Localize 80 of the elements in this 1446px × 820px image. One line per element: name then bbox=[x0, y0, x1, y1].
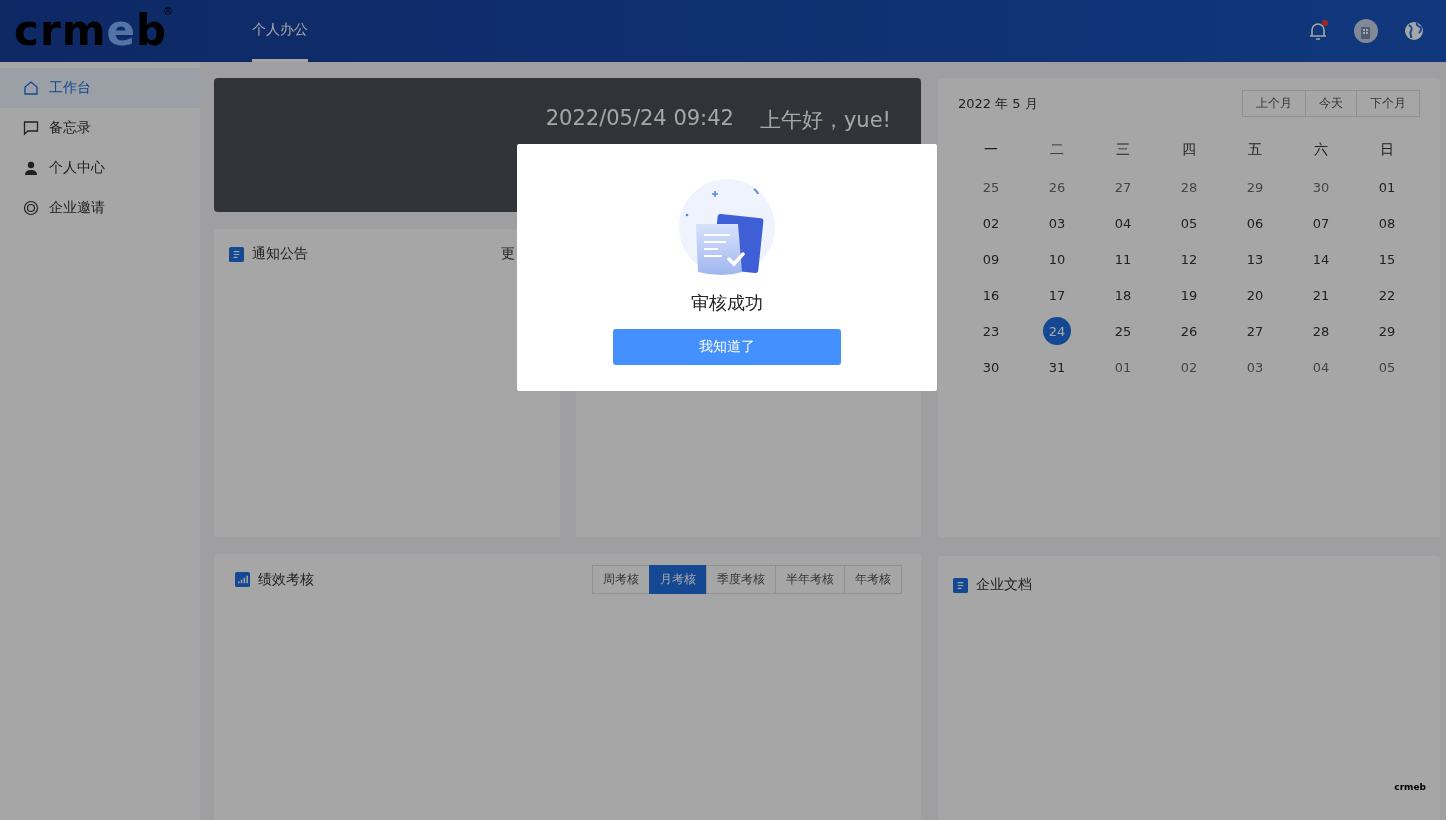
sidebar-item[interactable]: 工作台 bbox=[0, 68, 200, 108]
calendar-day[interactable]: 03 bbox=[1241, 353, 1269, 381]
calendar-nav-button[interactable]: 下个月 bbox=[1356, 90, 1420, 117]
chart-icon bbox=[235, 572, 250, 587]
calendar-day[interactable]: 11 bbox=[1109, 245, 1137, 273]
period-tab[interactable]: 年考核 bbox=[844, 565, 902, 594]
period-tab[interactable]: 季度考核 bbox=[706, 565, 776, 594]
calendar-day[interactable]: 22 bbox=[1373, 281, 1401, 309]
greeting-text: 上午好，yue! bbox=[759, 107, 891, 134]
document-icon bbox=[953, 577, 968, 593]
calendar-day[interactable]: 24 bbox=[1043, 317, 1071, 345]
avatar-icon[interactable] bbox=[1354, 19, 1378, 43]
calendar-day[interactable]: 29 bbox=[1373, 317, 1401, 345]
period-tab[interactable]: 半年考核 bbox=[775, 565, 845, 594]
calendar-day[interactable]: 06 bbox=[1241, 209, 1269, 237]
calendar-day[interactable]: 30 bbox=[977, 353, 1005, 381]
weekday-label: 六 bbox=[1313, 141, 1329, 159]
calendar-day[interactable]: 08 bbox=[1373, 209, 1401, 237]
sidebar-item[interactable]: 个人中心 bbox=[0, 148, 200, 188]
calendar-day[interactable]: 01 bbox=[1373, 173, 1401, 201]
chat-icon bbox=[23, 120, 39, 136]
calendar-day[interactable]: 12 bbox=[1175, 245, 1203, 273]
weekday-label: 五 bbox=[1247, 141, 1263, 159]
calendar-day[interactable]: 07 bbox=[1307, 209, 1335, 237]
date-time: 2022/05/24 09:42 bbox=[545, 106, 734, 130]
calendar-day[interactable]: 04 bbox=[1109, 209, 1137, 237]
calendar-day[interactable]: 01 bbox=[1109, 353, 1137, 381]
nav-tab[interactable]: 个人办公 bbox=[252, 0, 308, 62]
user-icon bbox=[23, 160, 39, 176]
calendar-day[interactable]: 09 bbox=[977, 245, 1005, 273]
sidebar-item[interactable]: 企业邀请 bbox=[0, 188, 200, 228]
calendar-day[interactable]: 17 bbox=[1043, 281, 1071, 309]
card-title: 绩效考核 bbox=[258, 570, 314, 589]
corner-logo[interactable]: crmeb bbox=[1394, 782, 1426, 792]
calendar-day[interactable]: 14 bbox=[1307, 245, 1335, 273]
ring-icon bbox=[23, 200, 39, 216]
period-tab[interactable]: 月考核 bbox=[649, 565, 707, 594]
calendar-day[interactable]: 28 bbox=[1307, 317, 1335, 345]
calendar-day[interactable]: 16 bbox=[977, 281, 1005, 309]
calendar-day[interactable]: 21 bbox=[1307, 281, 1335, 309]
weekday-label: 四 bbox=[1181, 141, 1197, 159]
globe-icon[interactable] bbox=[1402, 19, 1426, 43]
calendar-nav-button[interactable]: 今天 bbox=[1305, 90, 1357, 117]
weekday-label: 日 bbox=[1379, 141, 1395, 159]
calendar-nav-button[interactable]: 上个月 bbox=[1242, 90, 1306, 117]
card-title: 通知公告 bbox=[252, 245, 308, 263]
dialog-message: 审核成功 bbox=[691, 291, 763, 315]
period-tab[interactable]: 周考核 bbox=[592, 565, 650, 594]
calendar-day[interactable]: 03 bbox=[1043, 209, 1071, 237]
calendar-month: 2022 年 5 月 bbox=[958, 94, 1038, 113]
calendar-day[interactable]: 26 bbox=[1175, 317, 1203, 345]
document-icon bbox=[229, 246, 244, 262]
calendar-day[interactable]: 05 bbox=[1373, 353, 1401, 381]
calendar-day[interactable]: 02 bbox=[1175, 353, 1203, 381]
calendar-day[interactable]: 29 bbox=[1241, 173, 1269, 201]
calendar-day[interactable]: 27 bbox=[1109, 173, 1137, 201]
weekday-label: 一 bbox=[983, 141, 999, 159]
calendar-day[interactable]: 31 bbox=[1043, 353, 1071, 381]
weekday-label: 二 bbox=[1049, 141, 1065, 159]
calendar-day[interactable]: 18 bbox=[1109, 281, 1137, 309]
calendar-day[interactable]: 05 bbox=[1175, 209, 1203, 237]
calendar-day[interactable]: 25 bbox=[1109, 317, 1137, 345]
calendar-day[interactable]: 04 bbox=[1307, 353, 1335, 381]
registered-mark: ® bbox=[162, 6, 173, 17]
calendar-day[interactable]: 13 bbox=[1241, 245, 1269, 273]
calendar-day[interactable]: 19 bbox=[1175, 281, 1203, 309]
weekday-label: 三 bbox=[1115, 141, 1131, 159]
calendar-day[interactable]: 02 bbox=[977, 209, 1005, 237]
calendar-day[interactable]: 30 bbox=[1307, 173, 1335, 201]
sidebar-item[interactable]: 备忘录 bbox=[0, 108, 200, 148]
calendar-day[interactable]: 10 bbox=[1043, 245, 1071, 273]
calendar-day[interactable]: 20 bbox=[1241, 281, 1269, 309]
calendar-day[interactable]: 28 bbox=[1175, 173, 1203, 201]
calendar-day[interactable]: 23 bbox=[977, 317, 1005, 345]
home-icon bbox=[23, 80, 39, 96]
card-title: 企业文档 bbox=[976, 576, 1032, 594]
calendar-day[interactable]: 25 bbox=[977, 173, 1005, 201]
calendar-day[interactable]: 15 bbox=[1373, 245, 1401, 273]
calendar-day[interactable]: 26 bbox=[1043, 173, 1071, 201]
calendar-day[interactable]: 27 bbox=[1241, 317, 1269, 345]
